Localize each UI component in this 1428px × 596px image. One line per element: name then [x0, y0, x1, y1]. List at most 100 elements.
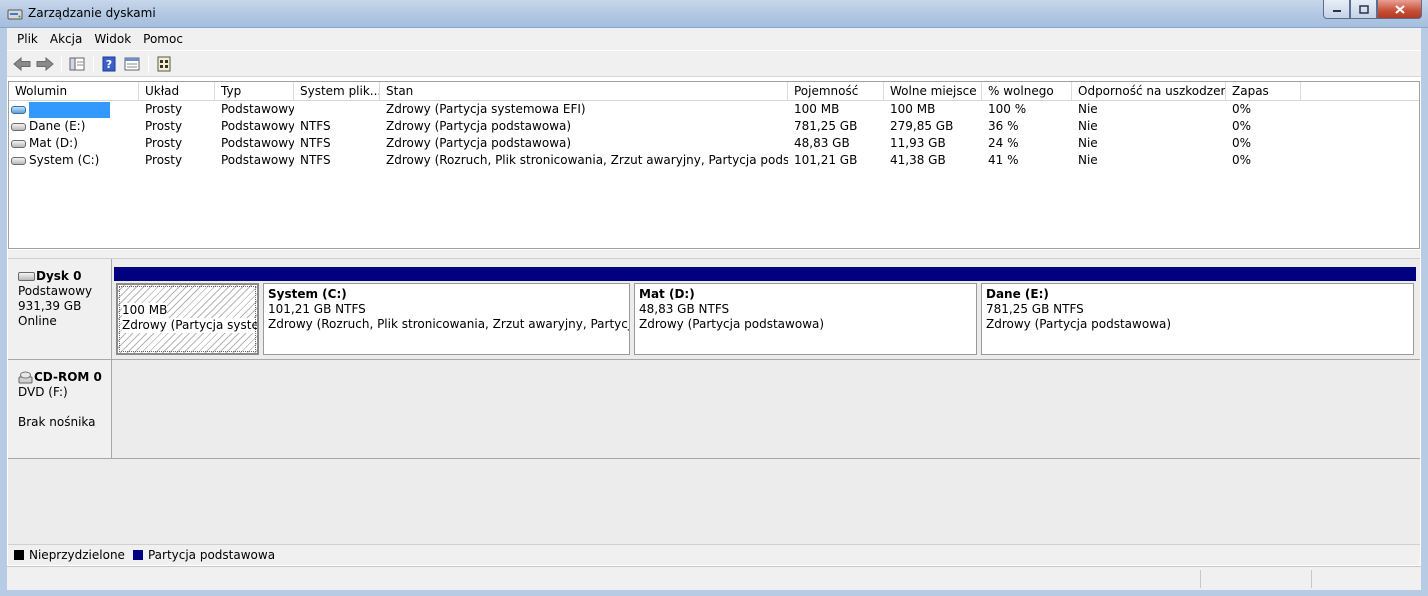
forward-button[interactable] — [34, 53, 56, 75]
window-frame-right — [1421, 28, 1428, 596]
volume-drive-icon — [11, 156, 26, 165]
partition-bar — [632, 267, 979, 281]
table-row[interactable]: Mat (D:) Prosty Podstawowy NTFS Zdrowy (… — [9, 135, 1419, 152]
layout-cell: Prosty — [145, 102, 183, 116]
disk-management-icon — [7, 7, 23, 21]
partition-status: Zdrowy (Partycja podstawowa) — [986, 317, 1172, 331]
column-header-overhead[interactable]: Zapas — [1226, 82, 1301, 101]
show-hide-tree-button[interactable] — [66, 53, 88, 75]
volume-drive-icon — [11, 139, 26, 148]
fault-tolerance-cell: Nie — [1078, 136, 1098, 150]
cd-drive-icon — [18, 371, 33, 384]
partition-name: Dane (E:) — [986, 287, 1049, 301]
layout-cell: Prosty — [145, 119, 183, 133]
volume-name: System (C:) — [29, 153, 100, 167]
column-header-free-space[interactable]: Wolne miejsce — [884, 82, 982, 101]
maximize-button[interactable] — [1350, 0, 1377, 19]
toolbar: ? — [7, 51, 1421, 77]
legend-label: Nieprzydzielone — [29, 548, 125, 562]
legend-item-primary-partition: Partycja podstawowa — [132, 548, 275, 562]
help-button[interactable]: ? — [98, 53, 120, 75]
column-header-percent-free[interactable]: % wolnego — [982, 82, 1072, 101]
partition-bar — [261, 267, 632, 281]
percent-free-cell: 36 % — [988, 119, 1019, 133]
disk-name: Dysk 0 — [36, 269, 82, 283]
free-space-cell: 11,93 GB — [890, 136, 946, 150]
back-arrow-icon — [13, 56, 31, 71]
free-space-cell: 41,38 GB — [890, 153, 946, 167]
disk-settings-icon — [157, 56, 171, 71]
partition-name — [122, 288, 253, 303]
pane-splitter[interactable] — [8, 250, 1420, 258]
overhead-cell: 0% — [1232, 136, 1252, 150]
partition-body: Mat (D:) 48,83 GB NTFS Zdrowy (Partycja … — [634, 283, 977, 355]
filesystem-cell: NTFS — [300, 136, 331, 150]
fault-tolerance-cell: Nie — [1078, 102, 1098, 116]
layout-cell: Prosty — [145, 153, 183, 167]
partition-status: Zdrowy (Partycja systemo — [122, 318, 257, 333]
partition-bar — [979, 267, 1416, 281]
volume-name-cell: Mat (D:) — [9, 135, 139, 152]
partition-dane-e[interactable]: Dane (E:) 781,25 GB NTFS Zdrowy (Partycj… — [979, 267, 1416, 355]
close-button[interactable] — [1377, 0, 1422, 19]
status-cell: Zdrowy (Partycja systemowa EFI) — [386, 102, 586, 116]
partition-efi[interactable]: 100 MB Zdrowy (Partycja systemo — [114, 267, 261, 355]
type-cell: Podstawowy — [221, 119, 294, 133]
back-button[interactable] — [11, 53, 33, 75]
menu-bar: Plik Akcja Widok Pomoc — [7, 28, 1421, 50]
menu-akcja[interactable]: Akcja — [44, 32, 88, 46]
table-row[interactable]: Dane (E:) Prosty Podstawowy NTFS Zdrowy … — [9, 118, 1419, 135]
percent-free-cell: 24 % — [988, 136, 1019, 150]
disk-state: Online — [18, 314, 57, 328]
status-pane — [1200, 570, 1311, 588]
partition-body: Dane (E:) 781,25 GB NTFS Zdrowy (Partycj… — [981, 283, 1414, 355]
status-cell: Zdrowy (Partycja podstawowa) — [386, 136, 572, 150]
properties-icon — [124, 57, 140, 70]
cdrom-0-label[interactable]: CD-ROM 0 DVD (F:) Brak nośnika — [8, 360, 112, 459]
volume-drive-icon — [11, 122, 26, 131]
capacity-cell: 100 MB — [794, 102, 840, 116]
status-bar — [7, 566, 1421, 590]
legend-swatch-primary-partition — [132, 550, 143, 560]
properties-button[interactable] — [121, 53, 143, 75]
column-header-type[interactable]: Typ — [215, 82, 294, 101]
capacity-cell: 781,25 GB — [794, 119, 858, 133]
column-header-filesystem[interactable]: System plik... — [294, 82, 380, 101]
filesystem-cell: NTFS — [300, 153, 331, 167]
volume-list: Wolumin Układ Typ System plik... Stan Po… — [8, 81, 1420, 249]
menu-plik[interactable]: Plik — [11, 32, 44, 46]
disk-0-label[interactable]: Dysk 0 Podstawowy 931,39 GB Online — [8, 259, 112, 360]
column-header-status[interactable]: Stan — [380, 82, 788, 101]
title-bar[interactable]: Zarządzanie dyskami — [0, 0, 1428, 28]
free-space-cell: 100 MB — [890, 102, 936, 116]
volume-name-selected — [29, 101, 110, 118]
overhead-cell: 0% — [1232, 153, 1252, 167]
hard-disk-icon — [18, 272, 35, 281]
table-row[interactable]: Prosty Podstawowy Zdrowy (Partycja syste… — [9, 101, 1419, 118]
column-header-fault-tolerance[interactable]: Odporność na uszkodzenia — [1072, 82, 1226, 101]
show-hide-tree-icon — [69, 57, 85, 70]
volume-name-cell: System (C:) — [9, 152, 139, 169]
menu-pomoc[interactable]: Pomoc — [137, 32, 189, 46]
partition-mat-d[interactable]: Mat (D:) 48,83 GB NTFS Zdrowy (Partycja … — [632, 267, 979, 355]
disk-kind: Podstawowy — [18, 284, 93, 298]
volume-name: Mat (D:) — [29, 136, 78, 150]
minimize-button[interactable] — [1323, 0, 1350, 19]
column-header-capacity[interactable]: Pojemność — [788, 82, 884, 101]
disk-graphical-view: Dysk 0 Podstawowy 931,39 GB Online 100 M… — [8, 258, 1420, 544]
column-header-layout[interactable]: Układ — [139, 82, 215, 101]
legend: Nieprzydzielone Partycja podstawowa — [8, 544, 1420, 565]
disk-settings-button[interactable] — [153, 53, 175, 75]
table-row[interactable]: System (C:) Prosty Podstawowy NTFS Zdrow… — [9, 152, 1419, 169]
overhead-cell: 0% — [1232, 119, 1252, 133]
filesystem-cell — [294, 101, 380, 118]
menu-widok[interactable]: Widok — [88, 32, 137, 46]
partition-size: 48,83 GB NTFS — [639, 302, 730, 316]
partition-system-c[interactable]: System (C:) 101,21 GB NTFS Zdrowy (Rozru… — [261, 267, 632, 355]
column-header-volume[interactable]: Wolumin — [9, 82, 139, 101]
partition-size: 100 MB — [122, 303, 168, 318]
disk-0-partitions: 100 MB Zdrowy (Partycja systemo System (… — [112, 259, 1420, 360]
type-cell: Podstawowy — [221, 102, 294, 116]
partition-status: Zdrowy (Partycja podstawowa) — [639, 317, 825, 331]
partition-name: Mat (D:) — [639, 287, 695, 301]
